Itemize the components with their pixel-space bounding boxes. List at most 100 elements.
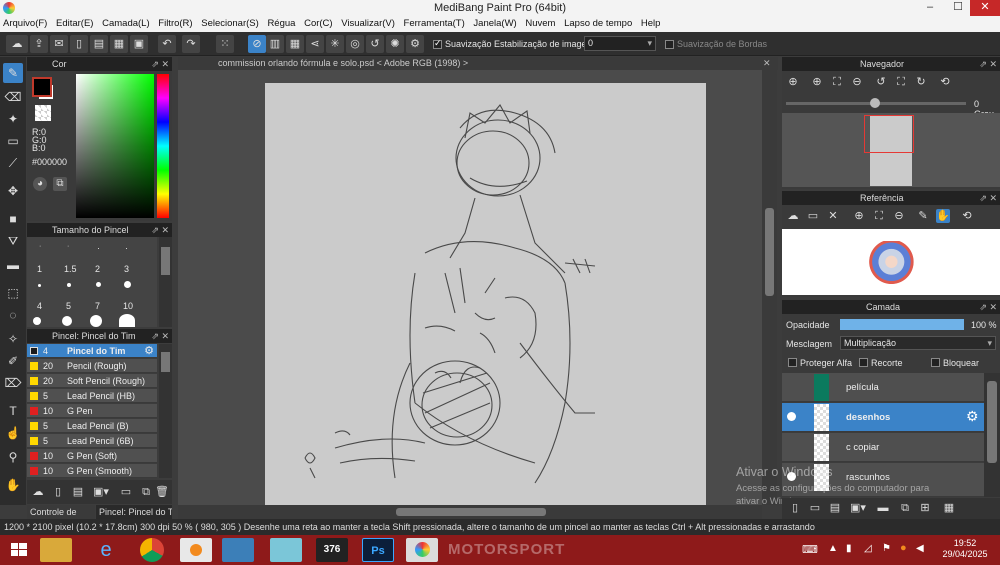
grid-snap-icon[interactable]: ▦ <box>286 35 304 53</box>
gear-snap-icon[interactable]: ✺ <box>386 35 404 53</box>
curve-snap-icon[interactable]: ↺ <box>366 35 384 53</box>
panel-close-icon[interactable]: ⇗ ✕ <box>151 223 169 237</box>
new-file-icon[interactable]: ▯ <box>70 35 88 53</box>
foreground-color-swatch[interactable] <box>32 77 52 97</box>
copy-icon[interactable]: ⧉ <box>139 485 153 499</box>
navigator-viewport[interactable] <box>864 115 914 153</box>
burst-snap-icon[interactable]: ✳ <box>326 35 344 53</box>
layer-scrollbar[interactable] <box>984 373 1000 497</box>
maximize-button[interactable]: ☐ <box>944 0 972 16</box>
size-15-big-dot[interactable] <box>33 317 41 325</box>
zoom-in-alt-icon[interactable]: ⊕ <box>810 75 824 89</box>
layer-row[interactable]: desenhos ⚙ <box>782 403 984 432</box>
open-folder-icon[interactable]: ▭ <box>806 209 820 223</box>
hand-icon[interactable]: ✋ <box>936 209 950 223</box>
brush-item[interactable]: 4 Pincel do Tim ⚙ <box>27 344 157 358</box>
zoom-out-icon[interactable]: ⊖ <box>850 75 864 89</box>
photoshop-icon[interactable]: Ps <box>362 538 394 562</box>
transparent-swatch[interactable] <box>35 105 51 121</box>
chrome-icon[interactable] <box>140 538 164 562</box>
hue-slider[interactable] <box>157 74 169 218</box>
folder-icon[interactable]: ▭ <box>119 485 133 499</box>
lasso-tool-icon[interactable]: ◌ <box>3 305 23 325</box>
layer-row[interactable]: película <box>782 373 984 402</box>
add-layer-icon[interactable]: ▣▾ <box>848 501 868 515</box>
rotate-right-icon[interactable]: ↻ <box>914 75 928 89</box>
menu-editar[interactable]: Editar(E) <box>53 16 96 32</box>
panel-close-icon[interactable]: ⇗ ✕ <box>151 57 169 71</box>
menu-nuvem[interactable]: Nuvem <box>522 16 558 32</box>
cloud-icon[interactable]: ☁ <box>786 209 800 223</box>
no-snap-icon[interactable]: ⊘ <box>248 35 266 53</box>
zoom-out-icon[interactable]: ⊖ <box>892 209 906 223</box>
eraser-tool-icon[interactable]: ⌫ <box>3 87 23 107</box>
undo-icon[interactable]: ↶ <box>158 35 176 53</box>
volume-icon[interactable]: ◀ <box>916 543 924 554</box>
medibang-taskbar-icon[interactable] <box>406 538 438 562</box>
brush-item[interactable]: 5 Lead Pencil (6B) <box>27 434 157 448</box>
add-brush-icon[interactable]: ▣▾ <box>91 485 111 499</box>
size-15-dot[interactable]: · <box>67 243 69 250</box>
edge-smoothing-checkbox[interactable] <box>665 40 674 49</box>
select-pen-tool-icon[interactable]: ✐ <box>3 351 23 371</box>
flag-icon[interactable]: ⚑ <box>882 543 891 554</box>
menu-filtro[interactable]: Filtro(R) <box>155 16 195 32</box>
bucket-tool-icon[interactable]: ⛛ <box>3 231 23 251</box>
eye-icon[interactable] <box>787 412 796 421</box>
navigator-preview[interactable] <box>782 113 1000 187</box>
trash-icon[interactable]: 🗑 <box>155 485 169 499</box>
selection-dots-icon[interactable]: ⁙ <box>216 35 234 53</box>
tray-expand-icon[interactable]: ▲ <box>828 543 838 554</box>
horizontal-scrollbar[interactable] <box>178 505 762 519</box>
windows-start-icon[interactable] <box>4 538 34 562</box>
color-mode-icon[interactable]: ⧉ <box>53 177 67 191</box>
layer-mask-icon[interactable]: ▤ <box>828 501 842 515</box>
media-player-icon[interactable] <box>180 538 212 562</box>
notes-app-icon[interactable] <box>270 538 302 562</box>
app-tray-icon[interactable]: ● <box>900 542 907 554</box>
select-eraser-tool-icon[interactable]: ⌦ <box>3 373 23 393</box>
menu-janela[interactable]: Janela(W) <box>470 16 519 32</box>
close-button[interactable]: ✕ <box>970 0 1000 16</box>
cloud-download-icon[interactable]: ☁ <box>31 485 45 499</box>
brush-item[interactable]: 20 Soft Pencil (Rough) <box>27 374 157 388</box>
reference-image-area[interactable] <box>782 229 1000 295</box>
size-30-dot[interactable] <box>90 315 102 327</box>
settings-snap-icon[interactable]: ⚙ <box>406 35 424 53</box>
menu-regua[interactable]: Régua <box>264 16 298 32</box>
size-1-dot[interactable]: · <box>39 243 41 250</box>
fit-icon[interactable]: ⛶ <box>872 209 886 223</box>
share-icon[interactable]: ⇪ <box>30 35 48 53</box>
drawing-canvas[interactable] <box>265 83 706 505</box>
size-5-dot[interactable] <box>67 283 71 287</box>
zoom-in-icon[interactable]: ⊕ <box>786 75 800 89</box>
menu-camada[interactable]: Camada(L) <box>99 16 153 32</box>
new-layer-alt-icon[interactable]: ▭ <box>808 501 822 515</box>
minimize-button[interactable]: – <box>916 0 944 16</box>
close-icon[interactable]: ✕ <box>763 57 771 70</box>
menu-help[interactable]: Help <box>638 16 664 32</box>
redo-icon[interactable]: ↷ <box>182 35 200 53</box>
angle-slider-thumb[interactable] <box>870 98 880 108</box>
dropper-icon[interactable]: ✎ <box>916 209 930 223</box>
photo-viewer-icon[interactable] <box>222 538 254 562</box>
brush-settings-icon[interactable]: ▤ <box>71 485 85 499</box>
gear-icon[interactable]: ⚙ <box>144 344 154 358</box>
flip-icon[interactable]: ⛶ <box>894 75 908 89</box>
eye-icon[interactable] <box>787 472 796 481</box>
brush-item[interactable]: 10 G Pen (Smooth) <box>27 464 157 478</box>
shape-tool-icon[interactable]: ▭ <box>3 131 23 151</box>
vertical-scrollbar[interactable] <box>762 70 777 505</box>
reset-icon[interactable]: ⟲ <box>960 209 974 223</box>
magic-wand-tool-icon[interactable]: ✧ <box>3 329 23 349</box>
brush-item[interactable]: 20 Pencil (Rough) <box>27 359 157 373</box>
panel-close-icon[interactable]: ⇗ ✕ <box>979 191 997 205</box>
keyboard-icon[interactable]: ⌨ <box>802 543 818 556</box>
fill-rect-tool-icon[interactable]: ■ <box>3 209 23 229</box>
battery-icon[interactable]: ▮ <box>846 543 852 554</box>
document-tab[interactable]: commission orlando fórmula e solo.psd < … <box>218 58 468 68</box>
reset-view-icon[interactable]: ⟲ <box>938 75 952 89</box>
clipping-checkbox[interactable] <box>859 358 868 367</box>
layer-settings-icon[interactable]: ▦ <box>942 501 956 515</box>
panel-close-icon[interactable]: ⇗ ✕ <box>979 300 997 314</box>
